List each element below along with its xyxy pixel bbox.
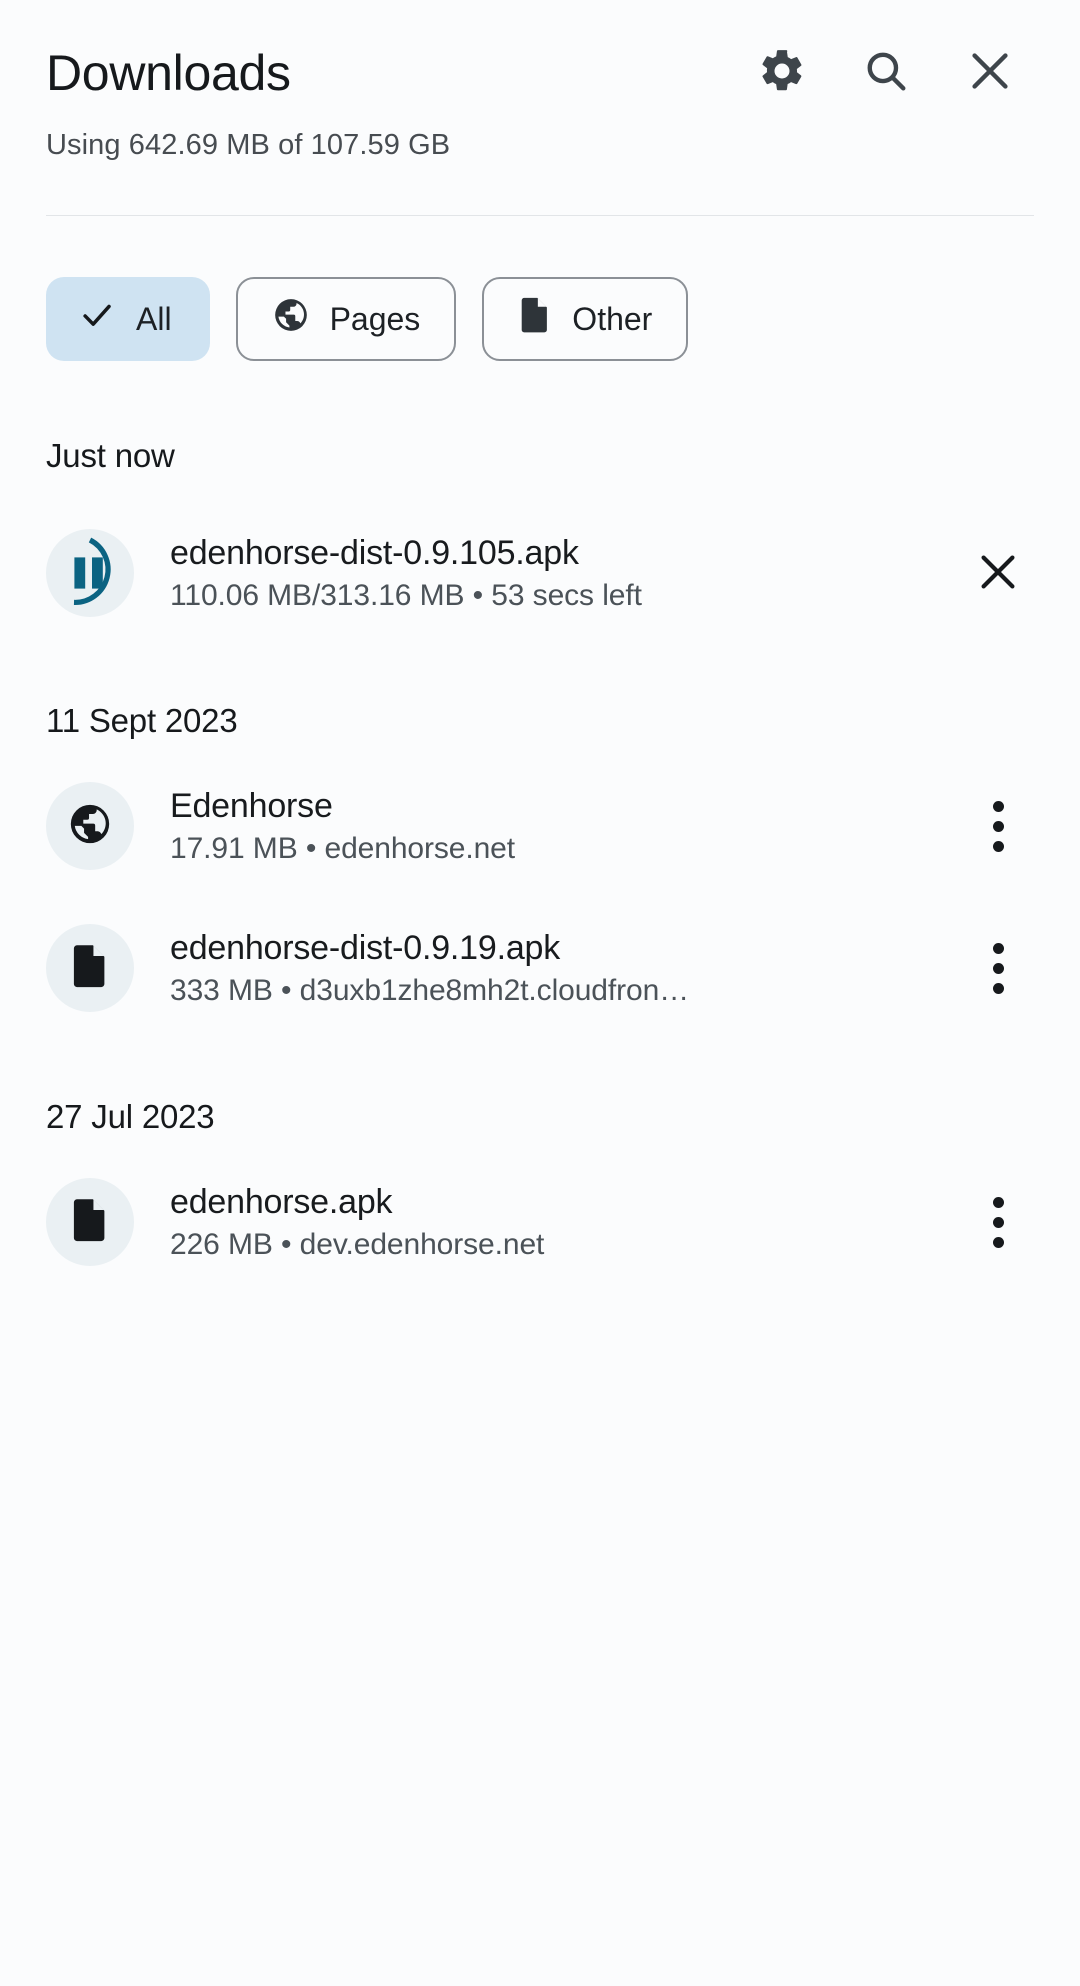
filter-chips: All Pages Other [0, 216, 1080, 361]
downloads-list: Just now edenhorse-dist-0.9.105.apk 110.… [0, 437, 1080, 1278]
globe-icon [67, 801, 113, 852]
download-item-avatar [46, 1178, 134, 1266]
more-options-icon [992, 1196, 1004, 1248]
filter-chip-all-label: All [136, 301, 172, 337]
filter-chip-other[interactable]: Other [482, 277, 689, 361]
page-title: Downloads [46, 44, 291, 101]
download-row-text: Edenhorse 17.91 MB • edenhorse.net [170, 787, 942, 866]
filter-chip-pages-label: Pages [329, 301, 421, 337]
cancel-download-button[interactable] [950, 525, 1046, 621]
download-file-name: edenhorse-dist-0.9.105.apk [170, 533, 579, 572]
close-icon [965, 46, 1015, 99]
download-row-edenhorse-apk[interactable]: edenhorse.apk 226 MB • dev.edenhorse.net [0, 1166, 1080, 1278]
more-options-button[interactable] [950, 920, 1046, 1016]
download-file-status: 110.06 MB/313.16 MB • 53 secs left [170, 578, 642, 612]
progress-ring-pause-icon [73, 537, 111, 606]
check-icon [78, 296, 116, 342]
more-options-button[interactable] [950, 778, 1046, 874]
close-button[interactable] [938, 21, 1042, 125]
download-file-name: edenhorse-dist-0.9.19.apk [170, 928, 561, 967]
document-icon [70, 943, 110, 994]
document-icon [518, 296, 552, 342]
download-row-text: edenhorse-dist-0.9.105.apk 110.06 MB/313… [170, 534, 942, 613]
download-file-meta: 333 MB • d3uxb1zhe8mh2t.cloudfron… [170, 973, 690, 1007]
filter-chip-other-label: Other [572, 301, 653, 337]
document-icon [70, 1197, 110, 1248]
more-options-icon [992, 800, 1004, 852]
section-header-just-now: Just now [46, 437, 175, 474]
download-row-edenhorse-dist-0919[interactable]: edenhorse-dist-0.9.19.apk 333 MB • d3uxb… [0, 912, 1080, 1024]
download-file-name: Edenhorse [170, 786, 333, 825]
section-header-27-jul-2023: 27 Jul 2023 [46, 1098, 215, 1135]
download-row-text: edenhorse.apk 226 MB • dev.edenhorse.net [170, 1183, 942, 1262]
download-file-meta: 17.91 MB • edenhorse.net [170, 831, 516, 865]
globe-icon [272, 296, 310, 342]
header-actions [730, 21, 1042, 125]
settings-button[interactable] [730, 21, 834, 125]
filter-chip-all[interactable]: All [46, 277, 210, 361]
more-options-icon [992, 942, 1004, 994]
gear-icon [757, 46, 807, 99]
search-button[interactable] [834, 21, 938, 125]
search-icon [861, 46, 911, 99]
download-item-avatar [46, 924, 134, 1012]
downloads-screen: Downloads Using 642.69 MB of 107.59 GB A… [0, 0, 1080, 1986]
download-progress-avatar[interactable] [46, 529, 134, 617]
download-row-in-progress[interactable]: edenhorse-dist-0.9.105.apk 110.06 MB/313… [0, 517, 1080, 629]
filter-chip-pages[interactable]: Pages [235, 277, 457, 361]
app-header: Downloads [0, 0, 1080, 145]
download-file-name: edenhorse.apk [170, 1182, 393, 1221]
download-row-edenhorse-page[interactable]: Edenhorse 17.91 MB • edenhorse.net [0, 770, 1080, 882]
download-row-text: edenhorse-dist-0.9.19.apk 333 MB • d3uxb… [170, 929, 942, 1008]
download-file-meta: 226 MB • dev.edenhorse.net [170, 1227, 545, 1261]
close-icon [974, 548, 1022, 599]
section-header-11-sept-2023: 11 Sept 2023 [46, 702, 238, 739]
download-item-avatar [46, 782, 134, 870]
more-options-button[interactable] [950, 1174, 1046, 1270]
